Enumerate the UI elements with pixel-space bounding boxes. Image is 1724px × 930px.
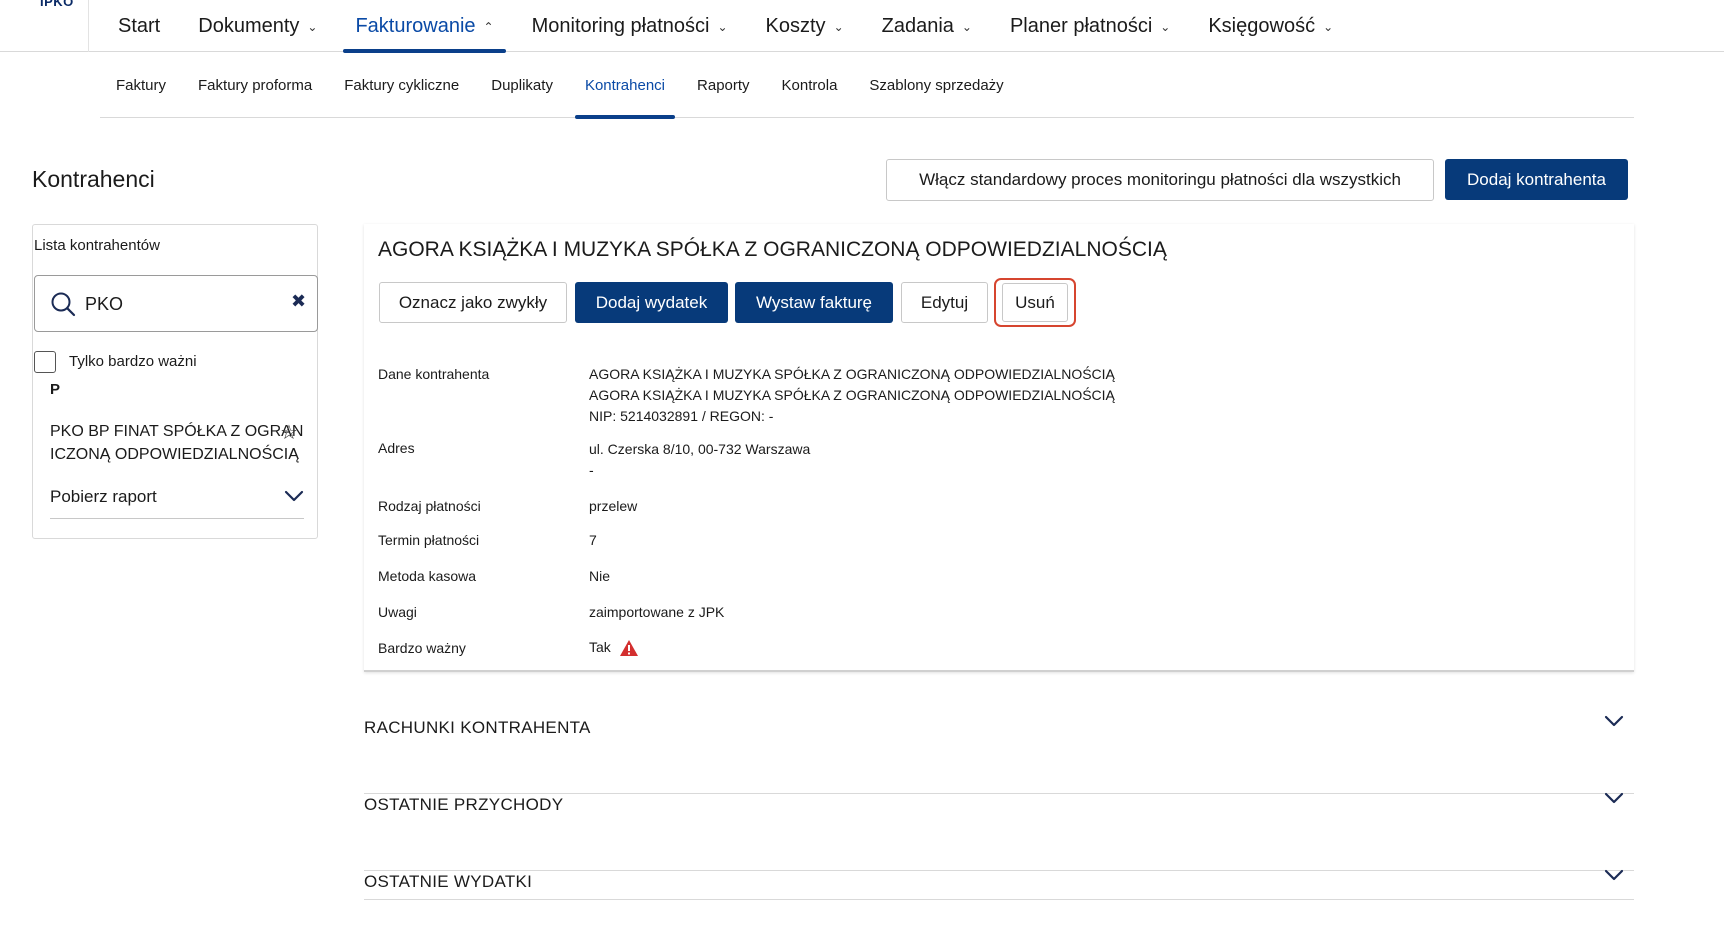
chevron-up-icon: ⌃ (483, 20, 494, 34)
nav-item-label: Monitoring płatności (531, 14, 710, 37)
sub-navigation: Faktury Faktury proforma Faktury cyklicz… (100, 52, 1634, 119)
nav-item-label: Dokumenty (198, 14, 300, 37)
tab-kontrola[interactable]: Kontrola (772, 52, 848, 118)
value-very-important: Tak (589, 639, 611, 655)
value-cash-method: Nie (589, 568, 611, 584)
delete-button[interactable]: Usuń (1002, 283, 1068, 322)
chevron-down-icon: ⌄ (1160, 20, 1171, 34)
nav-item-start[interactable]: Start (106, 0, 172, 52)
nav-item-zadania[interactable]: Zadania ⌄ (870, 0, 984, 52)
tab-faktury-proforma[interactable]: Faktury proforma (188, 52, 322, 118)
chevron-down-icon: ⌄ (833, 20, 844, 34)
label-cash-method: Metoda kasowa (378, 568, 477, 584)
main-menu: Start Dokumenty ⌄ Fakturowanie ⌃ Monitorin… (106, 0, 1359, 53)
logo[interactable]: IPKO (40, 0, 74, 9)
clear-search-icon[interactable]: ✖ (291, 291, 306, 312)
add-expense-button[interactable]: Dodaj wydatek (575, 282, 728, 323)
tab-duplikaty[interactable]: Duplikaty (481, 52, 563, 118)
value-very-important-row: Tak (589, 637, 639, 658)
label-address: Adres (378, 440, 415, 456)
nav-item-label: Zadania (881, 14, 954, 37)
delete-button-highlight: Usuń (994, 278, 1076, 327)
value-payment-term: 7 (589, 532, 597, 548)
chevron-down-icon: ⌄ (1323, 20, 1334, 34)
accordion-title: OSTATNIE PRZYCHODY (364, 795, 564, 814)
search-icon (51, 292, 76, 317)
search-input[interactable] (85, 290, 285, 318)
chevron-down-icon (1604, 869, 1624, 881)
label-very-important: Bardzo ważny (378, 640, 466, 656)
value-name-line1: AGORA KSIĄŻKA I MUZYKA SPÓŁKA Z OGRANICZ… (589, 366, 1115, 382)
chevron-down-icon: ⌄ (717, 20, 728, 34)
nav-item-label: Fakturowanie (355, 14, 476, 37)
logo-divider (88, 0, 89, 52)
value-nip-regon: NIP: 5214032891 / REGON: - (589, 408, 774, 424)
add-contractor-button[interactable]: Dodaj kontrahenta (1445, 159, 1628, 200)
tab-faktury[interactable]: Faktury (106, 52, 176, 118)
download-report-dropdown[interactable]: Pobierz raport (50, 483, 304, 519)
label-payment-type: Rodzaj płatności (378, 498, 481, 514)
contractor-list-title: Lista kontrahentów (34, 237, 160, 254)
top-navigation: IPKO Start Dokumenty ⌄ Fakturowanie ⌃ Moni… (0, 0, 1724, 53)
tab-faktury-cykliczne[interactable]: Faktury cykliczne (334, 52, 469, 118)
page-title: Kontrahenci (32, 166, 155, 192)
star-icon[interactable]: ☆ (280, 420, 298, 445)
nav-item-koszty[interactable]: Koszty ⌄ (754, 0, 856, 52)
search-box: ✖ (34, 275, 318, 332)
accordion-recent-income[interactable]: OSTATNIE PRZYCHODY (364, 792, 1634, 871)
accordion-title: RACHUNKI KONTRAHENTA (364, 718, 591, 737)
contractor-details-card: AGORA KSIĄŻKA I MUZYKA SPÓŁKA Z OGRANICZ… (364, 224, 1634, 672)
chevron-down-icon: ⌄ (307, 20, 318, 34)
chevron-down-icon (1604, 715, 1624, 727)
chevron-down-icon (284, 490, 304, 502)
chevron-down-icon: ⌄ (961, 20, 972, 34)
tab-raporty[interactable]: Raporty (687, 52, 760, 118)
enable-monitoring-button[interactable]: Włącz standardowy proces monitoringu pła… (886, 159, 1434, 201)
chevron-down-icon (1604, 792, 1624, 804)
download-report-label: Pobierz raport (50, 487, 157, 506)
accordion-title: OSTATNIE WYDATKI (364, 872, 533, 891)
nav-item-monitoring[interactable]: Monitoring płatności ⌄ (520, 0, 740, 52)
nav-item-label: Planer płatności (1009, 14, 1153, 37)
mark-as-regular-button[interactable]: Oznacz jako zwykły (379, 282, 567, 323)
value-address-line2: - (589, 462, 594, 478)
nav-item-label: Koszty (765, 14, 826, 37)
value-notes: zaimportowane z JPK (589, 604, 725, 620)
accordion-recent-expenses[interactable]: OSTATNIE WYDATKI (364, 869, 1634, 900)
label-notes: Uwagi (378, 604, 417, 620)
nav-item-fakturowanie[interactable]: Fakturowanie ⌃ (343, 0, 506, 53)
only-important-label[interactable]: Tylko bardzo ważni (69, 353, 197, 370)
group-letter: P (50, 381, 61, 398)
value-address-line1: ul. Czerska 8/10, 00-732 Warszawa (589, 441, 811, 457)
nav-item-label: Księgowość (1208, 14, 1316, 37)
accordion-accounts[interactable]: RACHUNKI KONTRAHENTA (364, 715, 1634, 794)
list-item[interactable]: PKO BP FINAT SPÓŁKA Z OGRAN ICZONĄ ODPOW… (50, 420, 306, 466)
nav-item-ksiegowosc[interactable]: Księgowość ⌄ (1196, 0, 1345, 52)
value-name-line2: AGORA KSIĄŻKA I MUZYKA SPÓŁKA Z OGRANICZ… (589, 387, 1115, 403)
nav-item-dokumenty[interactable]: Dokumenty ⌄ (186, 0, 329, 52)
tab-szablony-sprzedazy[interactable]: Szablony sprzedaży (859, 52, 1013, 118)
label-payment-term: Termin płatności (378, 532, 480, 548)
nav-item-planer[interactable]: Planer płatności ⌄ (998, 0, 1182, 52)
value-payment-type: przelew (589, 498, 638, 514)
issue-invoice-button[interactable]: Wystaw fakturę (735, 282, 893, 323)
contractor-name-title: AGORA KSIĄŻKA I MUZYKA SPÓŁKA Z OGRANICZ… (378, 238, 1167, 261)
edit-button[interactable]: Edytuj (901, 282, 988, 323)
label-contractor-data: Dane kontrahenta (378, 366, 490, 382)
warning-icon (619, 640, 638, 657)
tab-kontrahenci[interactable]: Kontrahenci (574, 52, 676, 119)
only-important-checkbox[interactable] (34, 351, 56, 373)
contractor-list-panel: Lista kontrahentów ✖ Tylko bardzo ważni … (32, 224, 318, 539)
nav-item-label: Start (118, 14, 161, 37)
